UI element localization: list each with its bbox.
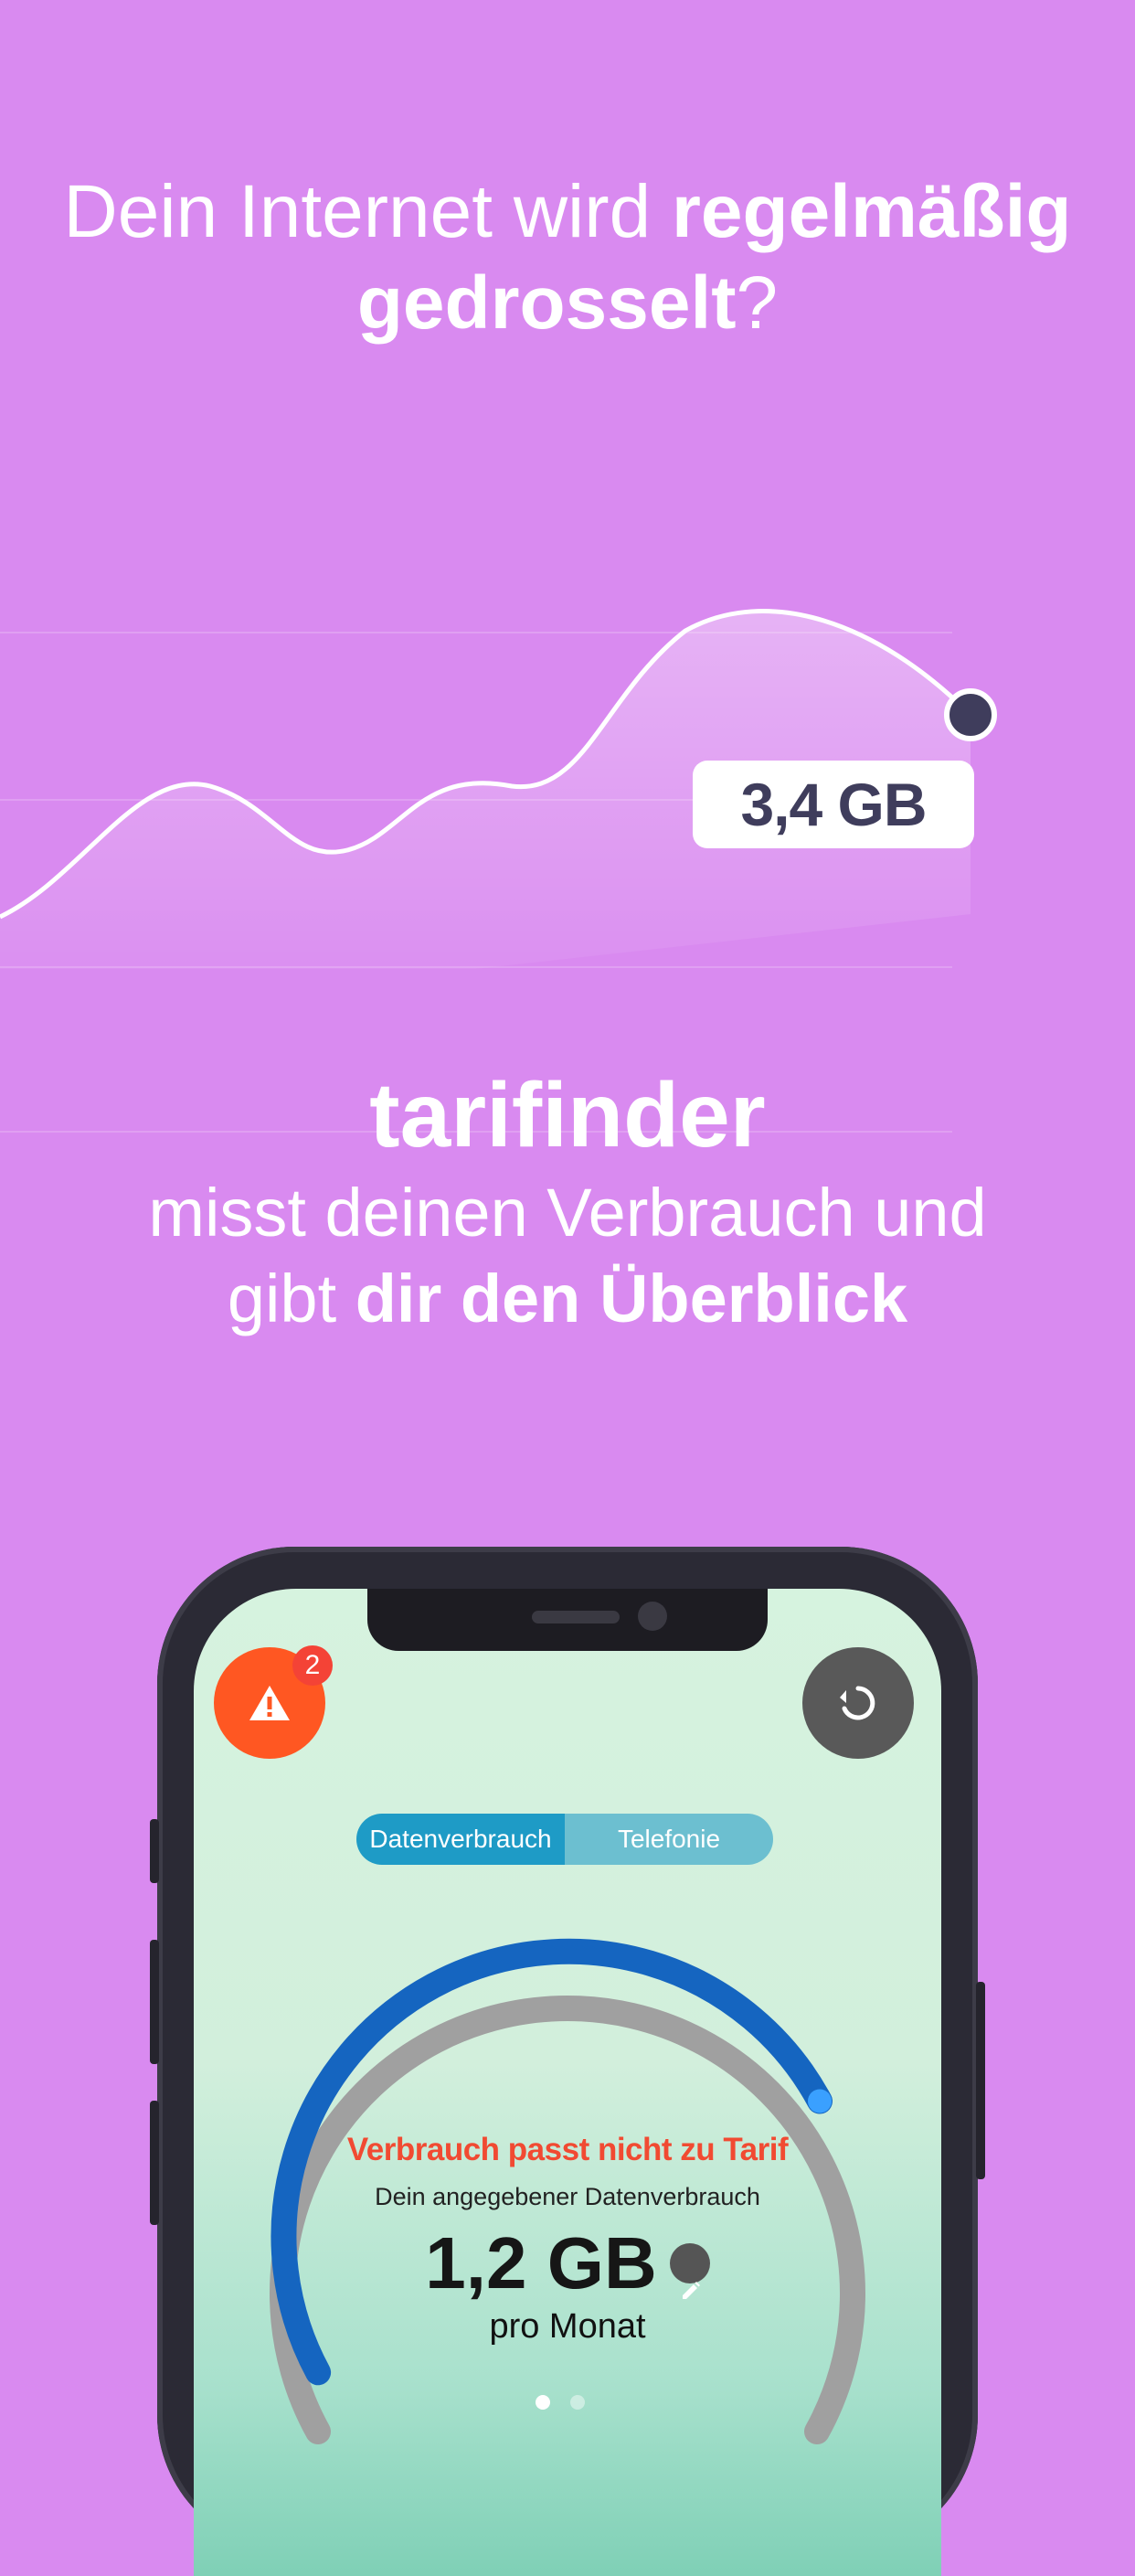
phone-volume-down-button (150, 2101, 159, 2225)
phone-power-button (976, 1982, 985, 2179)
phone-volume-up-button (150, 1940, 159, 2064)
page-indicator (536, 2395, 585, 2410)
usage-amount-row: 1,2 GB (194, 2219, 941, 2307)
headline: Dein Internet wird regelmäßig gedrosselt… (0, 166, 1135, 349)
headline-part2: ? (736, 261, 779, 345)
headline-bold2: gedrosselt (356, 261, 737, 345)
tab-datenverbrauch[interactable]: Datenverbrauch (356, 1814, 565, 1865)
pencil-icon (682, 2281, 700, 2299)
app-screen: 2 Datenverbrauch Telefonie Verbrauch pas… (194, 1589, 941, 2576)
usage-warning: Verbrauch passt nicht zu Tarif (346, 2132, 789, 2167)
phone-notch (367, 1589, 768, 1651)
phone-mockup: 2 Datenverbrauch Telefonie Verbrauch pas… (150, 1547, 985, 2576)
headline-part1: Dein Internet wird (63, 170, 672, 253)
brand-name: tarifinder (369, 1064, 766, 1166)
gauge-knob (808, 2089, 832, 2113)
chart-point (944, 688, 997, 741)
edit-amount-button[interactable] (669, 2242, 710, 2299)
warning-triangle-icon (249, 1686, 290, 1720)
refresh-button[interactable] (802, 1647, 914, 1759)
chart-value-label: 3,4 GB (693, 761, 974, 848)
tagline-line1: misst deinen Verbrauch und (148, 1175, 987, 1251)
refresh-icon (840, 1686, 875, 1720)
brand-tagline: misst deinen Verbrauch und gibt dir den … (0, 1170, 1135, 1342)
usage-unit: pro Monat (489, 2307, 646, 2346)
tagline-line2-normal: gibt (227, 1261, 355, 1336)
page-dot-active[interactable] (536, 2395, 550, 2410)
usage-tabs: Datenverbrauch Telefonie (356, 1814, 773, 1865)
headline-bold1: regelmäßig (671, 170, 1072, 253)
tagline-line2-bold: dir den Überblick (355, 1261, 908, 1336)
page-dot[interactable] (570, 2395, 585, 2410)
speaker (532, 1611, 620, 1623)
usage-description: Dein angegebener Datenverbrauch (375, 2183, 760, 2210)
alert-count-badge: 2 (292, 1645, 333, 1686)
phone-side-button (150, 1819, 159, 1883)
front-camera (638, 1602, 667, 1631)
usage-amount: 1,2 GB (425, 2222, 657, 2304)
tab-telefonie[interactable]: Telefonie (565, 1814, 773, 1865)
